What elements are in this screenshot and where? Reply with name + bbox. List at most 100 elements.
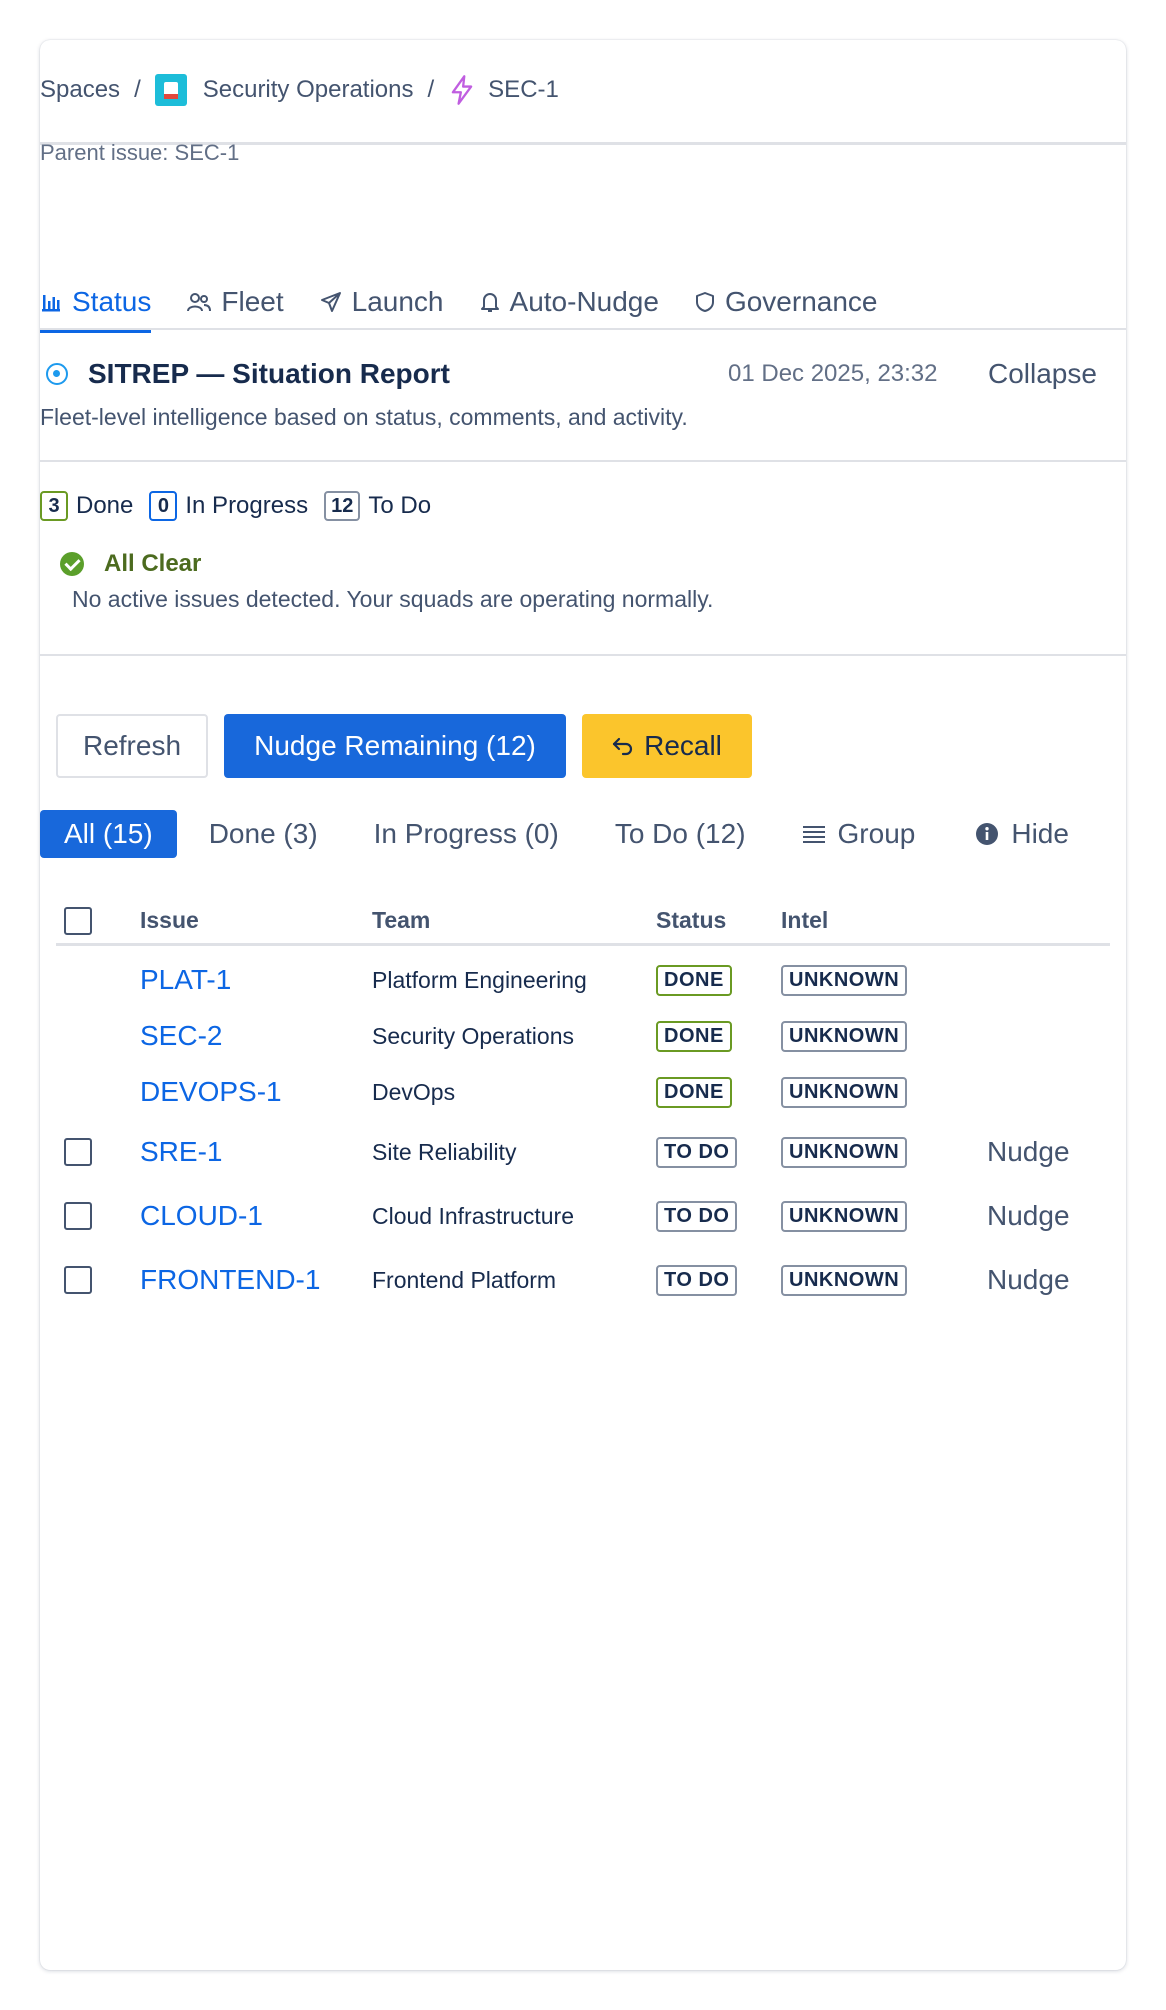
recall-label: Recall xyxy=(644,730,722,761)
issue-link[interactable]: CLOUD-1 xyxy=(140,1200,263,1231)
nudge-button[interactable]: Nudge xyxy=(987,1264,1070,1295)
header-issue[interactable]: Issue xyxy=(140,907,372,934)
issue-link[interactable]: PLAT-1 xyxy=(140,964,231,995)
issues-table: Issue Team Status Intel PLAT-1 Platform … xyxy=(56,898,1110,1312)
check-circle-icon xyxy=(60,552,84,576)
in-progress-count-label: In Progress xyxy=(185,492,309,519)
tab-label: Status xyxy=(72,286,152,317)
header-team[interactable]: Team xyxy=(372,907,656,934)
todo-count-label: To Do xyxy=(368,492,432,519)
sitrep-header: SITREP — Situation Report 01 Dec 2025, 2… xyxy=(40,352,1126,396)
status-badge: DONE xyxy=(656,964,732,996)
header-status[interactable]: Status xyxy=(656,907,781,934)
sitrep-date: 01 Dec 2025, 23:32 xyxy=(728,360,938,387)
issue-link[interactable]: SEC-2 xyxy=(140,1020,222,1051)
tab-label: Launch xyxy=(351,286,444,317)
bell-icon xyxy=(480,293,499,312)
nudge-button[interactable]: Nudge xyxy=(987,1136,1070,1167)
in-progress-count-badge: 0 xyxy=(149,491,178,521)
todo-count-badge: 12 xyxy=(324,491,361,521)
table-row: PLAT-1 Platform Engineering DONE UNKNOWN xyxy=(56,952,1110,1008)
tab-status[interactable]: Status xyxy=(40,276,152,333)
info-icon xyxy=(976,823,999,845)
team-name: Site Reliability xyxy=(372,1138,517,1165)
issue-link[interactable]: SRE-1 xyxy=(140,1136,222,1167)
tab-fleet[interactable]: Fleet xyxy=(187,276,284,328)
status-badge: TO DO xyxy=(656,1264,738,1296)
people-icon xyxy=(187,293,212,312)
tab-governance[interactable]: Governance xyxy=(695,276,878,328)
breadcrumb-separator: / xyxy=(427,76,435,103)
status-counters: 3 Done 0 In Progress 12 To Do xyxy=(40,488,447,524)
group-toggle[interactable]: Group xyxy=(802,810,916,858)
intel-badge: UNKNOWN xyxy=(781,1076,908,1108)
done-count-badge: 3 xyxy=(40,491,68,521)
lightning-icon xyxy=(448,73,478,107)
status-badge: TO DO xyxy=(656,1136,738,1168)
sitrep-title: SITREP — Situation Report xyxy=(88,358,450,389)
table-row: FRONTEND-1 Frontend Platform TO DO UNKNO… xyxy=(56,1248,1110,1312)
row-checkbox[interactable] xyxy=(64,1138,92,1166)
table-row: SRE-1 Site Reliability TO DO UNKNOWN Nud… xyxy=(56,1120,1110,1184)
action-bar: Refresh Nudge Remaining (12) Recall xyxy=(56,714,768,778)
recall-button[interactable]: Recall xyxy=(582,714,752,778)
send-icon xyxy=(320,292,341,312)
intel-badge: UNKNOWN xyxy=(781,964,908,996)
hide-label: Hide xyxy=(1011,818,1069,849)
issue-panel: Spaces / Security Operations / SEC-1 Par… xyxy=(40,40,1126,1970)
all-clear-message: All Clear No active issues detected. You… xyxy=(60,550,713,613)
project-avatar-icon xyxy=(154,74,187,106)
refresh-button[interactable]: Refresh xyxy=(56,714,208,778)
table-header: Issue Team Status Intel xyxy=(56,898,1110,946)
table-row: DEVOPS-1 DevOps DONE UNKNOWN xyxy=(56,1064,1110,1120)
breadcrumb-spaces[interactable]: Spaces xyxy=(40,76,120,104)
breadcrumb-project[interactable]: Security Operations xyxy=(203,76,414,104)
tab-label: Auto-Nudge xyxy=(509,286,659,317)
table-row: CLOUD-1 Cloud Infrastructure TO DO UNKNO… xyxy=(56,1184,1110,1248)
tab-label: Fleet xyxy=(221,286,284,317)
breadcrumb-separator: / xyxy=(134,76,141,103)
list-icon xyxy=(802,826,825,843)
tab-bar: Status Fleet Launch Auto-Nudge Governanc… xyxy=(40,276,914,334)
intel-badge: UNKNOWN xyxy=(781,1020,908,1052)
parent-issue-label: Parent issue: SEC-1 xyxy=(40,140,240,165)
breadcrumb-issue[interactable]: SEC-1 xyxy=(488,76,559,104)
nudge-remaining-button[interactable]: Nudge Remaining (12) xyxy=(224,714,566,778)
undo-icon xyxy=(612,737,633,756)
filter-todo[interactable]: To Do (12) xyxy=(615,810,746,858)
team-name: Frontend Platform xyxy=(372,1266,557,1293)
row-checkbox[interactable] xyxy=(64,1202,92,1230)
filter-done[interactable]: Done (3) xyxy=(209,810,318,858)
issue-link[interactable]: FRONTEND-1 xyxy=(140,1264,320,1295)
tabs-divider xyxy=(40,328,1126,330)
filter-in-progress[interactable]: In Progress (0) xyxy=(374,810,559,858)
sitrep-subtitle: Fleet-level intelligence based on status… xyxy=(40,404,688,430)
status-badge: TO DO xyxy=(656,1200,738,1232)
status-badge: DONE xyxy=(656,1020,732,1052)
done-count-label: Done xyxy=(76,492,134,519)
team-name: Security Operations xyxy=(372,1022,574,1049)
tab-launch[interactable]: Launch xyxy=(320,276,444,328)
tab-label: Governance xyxy=(724,286,878,317)
filter-bar: All (15) Done (3) In Progress (0) To Do … xyxy=(40,810,1069,858)
breadcrumb: Spaces / Security Operations / SEC-1 xyxy=(40,70,559,110)
collapse-button[interactable]: Collapse xyxy=(988,358,1097,390)
header-intel[interactable]: Intel xyxy=(781,907,987,934)
issue-link[interactable]: DEVOPS-1 xyxy=(140,1076,282,1107)
all-clear-title: All Clear xyxy=(104,550,202,577)
team-name: Cloud Infrastructure xyxy=(372,1202,574,1229)
filter-all[interactable]: All (15) xyxy=(40,810,177,858)
row-checkbox[interactable] xyxy=(64,1266,92,1294)
bar-chart-icon xyxy=(42,295,60,312)
tab-auto-nudge[interactable]: Auto-Nudge xyxy=(480,276,659,328)
intel-badge: UNKNOWN xyxy=(781,1136,908,1168)
intel-badge: UNKNOWN xyxy=(781,1200,908,1232)
nudge-button[interactable]: Nudge xyxy=(987,1200,1070,1231)
select-all-checkbox[interactable] xyxy=(64,906,92,935)
team-name: Platform Engineering xyxy=(372,966,587,993)
all-clear-text: No active issues detected. Your squads a… xyxy=(72,586,714,612)
group-label: Group xyxy=(837,818,916,849)
shield-icon xyxy=(695,292,714,312)
team-name: DevOps xyxy=(372,1078,456,1105)
hide-toggle[interactable]: Hide xyxy=(975,810,1069,858)
